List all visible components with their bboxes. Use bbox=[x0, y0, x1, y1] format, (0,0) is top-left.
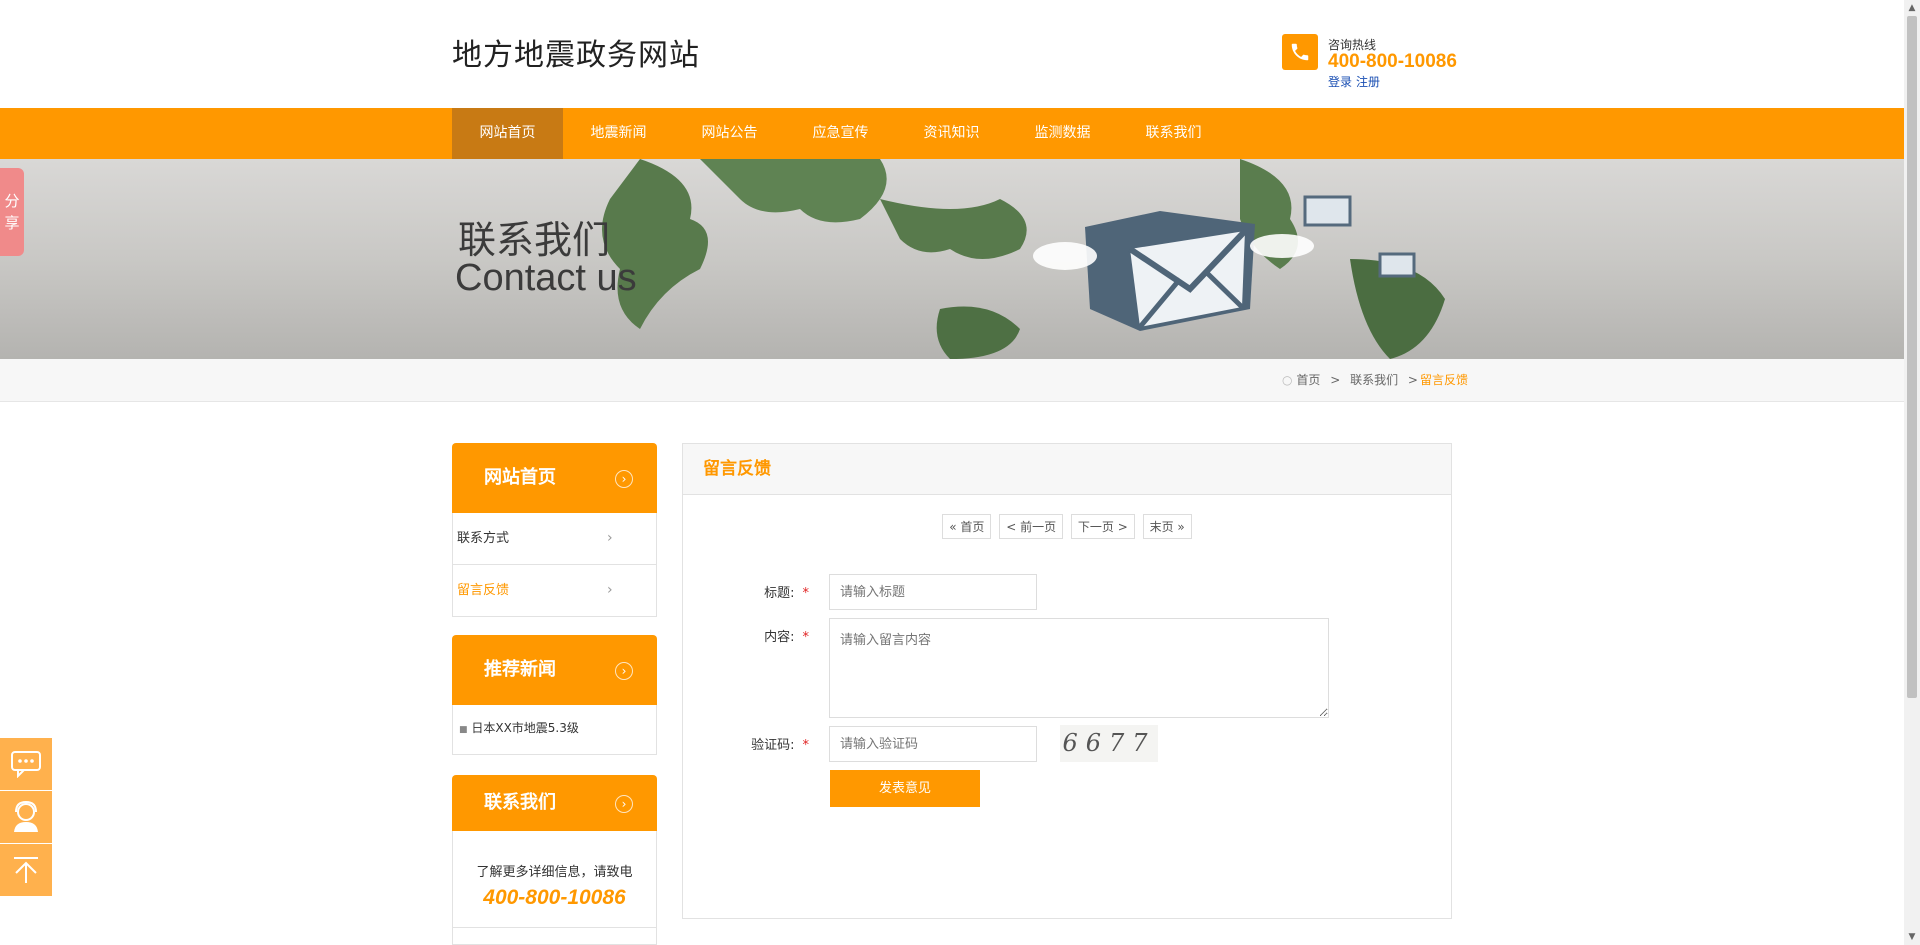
captcha-image[interactable]: 6677 bbox=[1060, 725, 1158, 762]
contact-text: 了解更多详细信息，请致电 bbox=[476, 865, 633, 880]
pager-last[interactable]: 末页 » bbox=[1142, 514, 1192, 539]
breadcrumb-section[interactable]: 联系我们 bbox=[1350, 373, 1398, 387]
panel-title: 留言反馈 bbox=[683, 444, 1451, 495]
world-map-graphic bbox=[602, 159, 1445, 359]
breadcrumb-separator: > bbox=[1407, 373, 1418, 387]
banner-title-en: Contact us bbox=[455, 257, 637, 299]
nav-item-quake-news[interactable]: 地震新闻 bbox=[563, 108, 674, 159]
breadcrumb-current: 留言反馈 bbox=[1419, 373, 1468, 387]
breadcrumb-home[interactable]: 首页 bbox=[1296, 373, 1320, 387]
title-label: 标题: * bbox=[764, 586, 810, 601]
sidebar-contact-title: 联系我们 bbox=[484, 792, 556, 813]
main-nav: 网站首页 地震新闻 网站公告 应急宣传 资讯知识 监测数据 联系我们 bbox=[0, 108, 1904, 159]
sidebar-contact-header: 联系我们 › bbox=[452, 775, 657, 831]
nav-item-emergency[interactable]: 应急宣传 bbox=[785, 108, 896, 159]
required-mark: * bbox=[802, 738, 810, 753]
submit-button[interactable]: 发表意见 bbox=[830, 770, 980, 807]
bullet-icon: ■ bbox=[459, 725, 468, 735]
banner: 联系我们 Contact us bbox=[0, 159, 1904, 359]
breadcrumb-separator: > bbox=[1330, 373, 1341, 387]
chat-icon bbox=[11, 751, 41, 778]
nav-item-monitoring[interactable]: 监测数据 bbox=[1007, 108, 1118, 159]
sidebar-item-feedback[interactable]: 留言反馈 › bbox=[453, 565, 656, 616]
circle-arrow-icon: › bbox=[615, 662, 633, 680]
sidebar-item-contact-info[interactable]: 联系方式 › bbox=[453, 513, 656, 565]
banner-title-cn: 联系我们 bbox=[458, 218, 611, 262]
sidebar-contact-box: 了解更多详细信息，请致电 400-800-10086 bbox=[452, 831, 657, 945]
required-mark: * bbox=[802, 630, 810, 645]
chat-button[interactable] bbox=[0, 738, 52, 790]
title-input[interactable] bbox=[829, 574, 1037, 610]
breadcrumb-bar bbox=[0, 359, 1904, 402]
sidebar-news-title: 推荐新闻 bbox=[484, 659, 556, 680]
auth-links: 登录 注册 bbox=[1328, 73, 1384, 90]
nav-item-contact[interactable]: 联系我们 bbox=[1118, 108, 1229, 159]
news-title: 日本XX市地震5.3级 bbox=[471, 721, 579, 735]
captcha-input[interactable] bbox=[829, 726, 1037, 762]
chevron-right-icon: › bbox=[607, 582, 613, 598]
news-item[interactable]: ■ 日本XX市地震5.3级 bbox=[453, 705, 656, 751]
share-tab[interactable]: 分享 bbox=[0, 168, 24, 256]
phone-icon bbox=[1282, 34, 1318, 70]
scrollbar-thumb[interactable] bbox=[1907, 16, 1917, 698]
breadcrumb: ○ 首页 > 联系我们 > 留言反馈 bbox=[1282, 371, 1468, 388]
required-mark: * bbox=[802, 586, 810, 601]
back-to-top-icon bbox=[14, 857, 38, 883]
scroll-up-icon[interactable]: ▲ bbox=[1904, 0, 1920, 16]
content-textarea[interactable] bbox=[829, 618, 1329, 718]
register-link[interactable]: 注册 bbox=[1356, 75, 1380, 89]
sidebar-item-label: 联系方式 bbox=[457, 531, 510, 546]
chevron-right-icon: › bbox=[607, 530, 613, 546]
scroll-down-icon[interactable]: ▼ bbox=[1904, 929, 1920, 945]
customer-service-button[interactable] bbox=[0, 790, 52, 843]
pager-prev[interactable]: < 前一页 bbox=[999, 514, 1064, 539]
home-icon: ○ bbox=[1282, 373, 1293, 387]
nav-item-home[interactable]: 网站首页 bbox=[452, 108, 563, 159]
pager-first[interactable]: « 首页 bbox=[942, 514, 992, 539]
circle-arrow-icon: › bbox=[615, 470, 633, 488]
contact-number: 400-800-10086 bbox=[483, 886, 626, 909]
login-link[interactable]: 登录 bbox=[1328, 75, 1352, 89]
captcha-label: 验证码: * bbox=[751, 738, 810, 753]
sidebar-item-label: 留言反馈 bbox=[457, 583, 510, 598]
site-title: 地方地震政务网站 bbox=[452, 38, 700, 73]
circle-arrow-icon: › bbox=[615, 795, 633, 813]
sidebar-news-list: ■ 日本XX市地震5.3级 bbox=[452, 705, 657, 755]
pager: « 首页 < 前一页 下一页 > 末页 » bbox=[683, 514, 1451, 539]
sidebar-news-header: 推荐新闻 › bbox=[452, 635, 657, 705]
hotline-number: 400-800-10086 bbox=[1328, 51, 1457, 72]
sidebar-nav-header: 网站首页 › bbox=[452, 443, 657, 513]
back-to-top-button[interactable] bbox=[0, 843, 52, 896]
content-label: 内容: * bbox=[764, 630, 810, 645]
sidebar-nav-title: 网站首页 bbox=[484, 467, 556, 488]
customer-service-icon bbox=[14, 800, 38, 832]
sidebar-nav-list: 联系方式 › 留言反馈 › bbox=[452, 513, 657, 617]
pager-next[interactable]: 下一页 > bbox=[1070, 514, 1135, 539]
nav-item-announcements[interactable]: 网站公告 bbox=[674, 108, 785, 159]
nav-item-knowledge[interactable]: 资讯知识 bbox=[896, 108, 1007, 159]
